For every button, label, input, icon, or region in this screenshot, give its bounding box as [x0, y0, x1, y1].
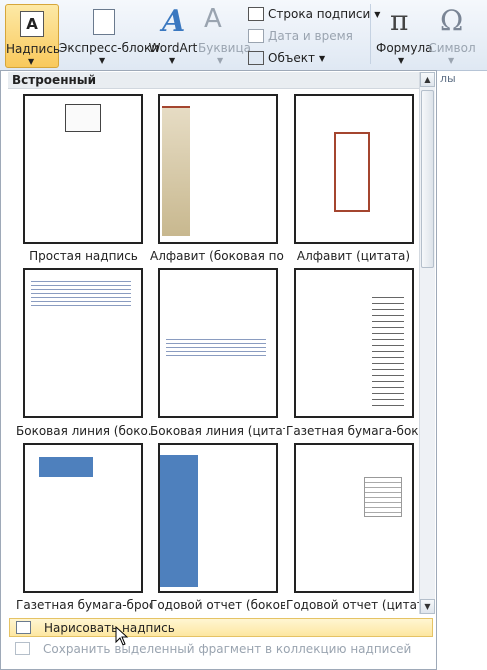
textbox-preview — [65, 104, 101, 132]
dropcap-icon: A — [204, 4, 222, 34]
gallery-caption: Алфавит (боковая по... — [150, 249, 285, 263]
pi-icon: π — [390, 4, 409, 37]
chevron-down-icon: ▼ — [169, 56, 176, 65]
section-header: Встроенный — [8, 72, 425, 89]
scroll-up-icon[interactable]: ▲ — [420, 72, 435, 87]
ribbon-separator — [370, 4, 371, 64]
save-selection-menu-item[interactable]: Сохранить выделенный фрагмент в коллекци… — [9, 640, 433, 659]
gallery-item-sideline-side[interactable] — [23, 268, 143, 418]
express-label: Экспресс-блоки — [59, 41, 160, 55]
gallery-item-annual-side[interactable] — [158, 443, 278, 593]
scrollbar-thumb[interactable] — [421, 90, 434, 268]
omega-icon: Ω — [440, 4, 464, 37]
draw-textbox-icon — [16, 621, 31, 634]
symbol-button[interactable]: Ω Символ ▼ — [428, 4, 476, 66]
quote-preview — [334, 132, 370, 212]
gallery-item-alphabet-side[interactable] — [158, 94, 278, 244]
datetime-button[interactable]: Дата и время — [248, 29, 353, 43]
gallery-item-simple[interactable] — [23, 94, 143, 244]
draw-textbox-label: Нарисовать надпись — [44, 621, 175, 635]
textbox-preview — [364, 477, 402, 517]
datetime-label: Дата и время — [268, 29, 353, 43]
chevron-down-icon: ▼ — [28, 57, 35, 66]
express-blocks-button[interactable]: Экспресс-блоки ▼ — [59, 4, 160, 66]
chevron-down-icon: ▼ — [318, 53, 326, 63]
signature-line-button[interactable]: Строка подписи ▼ — [248, 7, 380, 21]
wordart-button[interactable]: A WordArt ▼ — [148, 4, 198, 66]
save-selection-icon — [15, 642, 30, 655]
formula-button[interactable]: π Формула ▼ — [376, 4, 433, 66]
signature-icon — [248, 7, 264, 21]
object-button[interactable]: Объект ▼ — [248, 51, 325, 65]
chevron-down-icon: ▼ — [448, 56, 455, 65]
object-label: Объект — [268, 51, 315, 65]
text-preview — [372, 292, 404, 410]
symbol-label: Символ — [428, 41, 476, 55]
gallery-caption: Боковая линия (цитата) — [150, 424, 285, 438]
quickparts-icon — [93, 9, 115, 35]
sidebar-preview — [160, 455, 198, 587]
gallery-caption: Газетная бумага-брос... — [16, 598, 151, 612]
gallery-item-newsprint-side[interactable] — [294, 268, 414, 418]
gallery-caption: Годовой отчет (цитата) — [286, 598, 421, 612]
scroll-down-icon[interactable]: ▼ — [420, 599, 435, 614]
formula-label: Формула — [376, 41, 433, 55]
chevron-down-icon: ▼ — [99, 56, 106, 65]
banner-preview — [39, 457, 93, 477]
gallery-caption: Простая надпись — [29, 249, 138, 263]
gallery-item-newsprint-pull[interactable] — [23, 443, 143, 593]
chevron-down-icon: ▼ — [398, 56, 405, 65]
text-preview — [31, 278, 131, 306]
nadpis-button[interactable]: A Надпись ▼ — [5, 4, 60, 68]
save-selection-label: Сохранить выделенный фрагмент в коллекци… — [43, 642, 412, 656]
gallery-item-sideline-quote[interactable] — [158, 268, 278, 418]
nadpis-label: Надпись — [6, 42, 60, 56]
wordart-label: WordArt — [148, 41, 198, 55]
gallery-item-alphabet-quote[interactable] — [294, 94, 414, 244]
object-icon — [248, 51, 264, 65]
textbox-icon: A — [20, 11, 44, 37]
ribbon: A Надпись ▼ Экспресс-блоки ▼ A WordArt ▼… — [0, 0, 487, 85]
gallery-caption: Газетная бумага-боко... — [286, 424, 421, 438]
group-label-symbols: лы — [440, 72, 456, 85]
bukvitsa-label: Буквица — [198, 41, 251, 55]
chevron-down-icon: ▼ — [217, 56, 224, 65]
mouse-cursor-icon — [115, 626, 129, 646]
calendar-icon — [248, 29, 264, 43]
gallery-caption: Боковая линия (боко... — [16, 424, 151, 438]
signature-label: Строка подписи — [268, 7, 371, 21]
text-preview — [166, 336, 266, 356]
draw-textbox-menu-item[interactable]: Нарисовать надпись — [9, 618, 433, 637]
gallery-scrollbar[interactable]: ▲ ▼ — [419, 72, 435, 614]
wordart-icon: A — [162, 4, 186, 39]
sidebar-preview — [162, 106, 190, 236]
gallery-caption: Алфавит (цитата) — [296, 249, 411, 263]
gallery-caption: Годовой отчет (боков... — [150, 598, 285, 612]
gallery-item-annual-quote[interactable] — [294, 443, 414, 593]
bukvitsa-button[interactable]: A Буквица ▼ — [198, 4, 251, 66]
